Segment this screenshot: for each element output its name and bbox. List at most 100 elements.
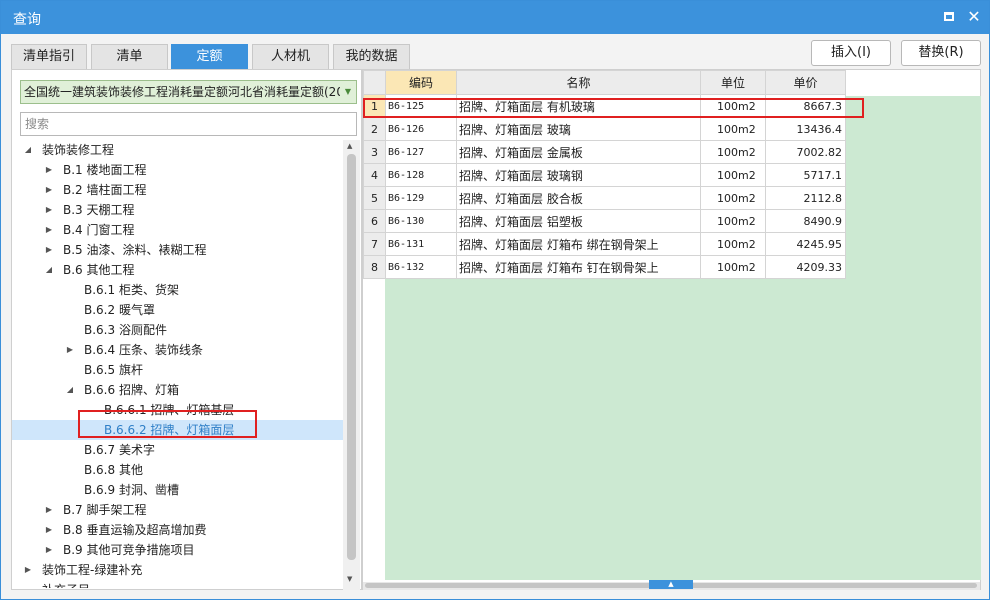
cell-unit[interactable]: 100m2	[700, 209, 766, 233]
expand-right-icon[interactable]: ▶	[43, 500, 55, 520]
expand-right-icon[interactable]: ▶	[43, 540, 55, 560]
tree-node[interactable]: ▶ B.8 垂直运输及超高增加费	[12, 520, 343, 540]
table-row[interactable]: 2 B6-126 招牌、灯箱面层 玻璃 100m2 13436.4	[363, 117, 846, 141]
tree-node[interactable]: ▶ B.2 墙柱面工程	[12, 180, 343, 200]
cell-name[interactable]: 招牌、灯箱面层 玻璃钢	[456, 163, 701, 187]
cell-unit[interactable]: 100m2	[700, 140, 766, 164]
expand-down-icon[interactable]: ◢	[43, 260, 55, 280]
tree-node-label: B.6 其他工程	[63, 263, 135, 277]
cell-price[interactable]: 4209.33	[765, 255, 846, 279]
tree-node[interactable]: B.6.2 暖气罩	[12, 300, 343, 320]
cell-code[interactable]: B6-132	[385, 255, 457, 279]
cell-code[interactable]: B6-125	[385, 94, 457, 118]
tree-node-selected[interactable]: B.6.6.2 招牌、灯箱面层	[12, 420, 343, 440]
tree-node[interactable]: ▶ B.1 楼地面工程	[12, 160, 343, 180]
tab-bill-guide[interactable]: 清单指引	[11, 44, 87, 69]
cell-code[interactable]: B6-130	[385, 209, 457, 233]
tree-node[interactable]: B.6.1 柜类、货架	[12, 280, 343, 300]
horizontal-scrollbar[interactable]: ▲	[363, 580, 980, 590]
cell-price[interactable]: 5717.1	[765, 163, 846, 187]
cell-name[interactable]: 招牌、灯箱面层 有机玻璃	[456, 94, 701, 118]
table-row[interactable]: 1 B6-125 招牌、灯箱面层 有机玻璃 100m2 8667.3	[363, 94, 846, 118]
expand-down-icon[interactable]: ◢	[64, 380, 76, 400]
tree-node[interactable]: 补充子目	[12, 580, 343, 588]
cell-code[interactable]: B6-129	[385, 186, 457, 210]
search-input[interactable]: 搜索	[20, 112, 357, 136]
table-row[interactable]: 7 B6-131 招牌、灯箱面层 灯箱布 绑在钢骨架上 100m2 4245.9…	[363, 232, 846, 256]
tree-node[interactable]: ▶ B.9 其他可竞争措施项目	[12, 540, 343, 560]
cell-code[interactable]: B6-126	[385, 117, 457, 141]
cell-code[interactable]: B6-127	[385, 140, 457, 164]
cell-name[interactable]: 招牌、灯箱面层 金属板	[456, 140, 701, 164]
table-row[interactable]: 3 B6-127 招牌、灯箱面层 金属板 100m2 7002.82	[363, 140, 846, 164]
tree-node[interactable]: B.6.9 封洞、凿槽	[12, 480, 343, 500]
cell-unit[interactable]: 100m2	[700, 232, 766, 256]
tree-node[interactable]: ▶ B.5 油漆、涂料、裱糊工程	[12, 240, 343, 260]
cell-unit[interactable]: 100m2	[700, 186, 766, 210]
tree-node[interactable]: B.6.3 浴厕配件	[12, 320, 343, 340]
collapse-up-icon[interactable]: ▲	[649, 580, 693, 589]
cell-name[interactable]: 招牌、灯箱面层 铝塑板	[456, 209, 701, 233]
tree-node[interactable]: ◢ B.6.6 招牌、灯箱	[12, 380, 343, 400]
cell-price[interactable]: 8667.3	[765, 94, 846, 118]
tree-node[interactable]: ▶ B.6.4 压条、装饰线条	[12, 340, 343, 360]
expand-down-icon[interactable]: ◢	[22, 140, 34, 160]
expand-right-icon[interactable]: ▶	[22, 560, 34, 580]
scrollbar-thumb[interactable]	[347, 154, 356, 560]
cell-name[interactable]: 招牌、灯箱面层 灯箱布 绑在钢骨架上	[456, 232, 701, 256]
tree-node[interactable]: ◢ 装饰装修工程	[12, 140, 343, 160]
results-pane: 编码 名称 单位 单价 1 B6-125 招牌、灯箱面层 有机玻璃 100m2 …	[362, 69, 981, 590]
chevron-down-icon[interactable]: ▼	[340, 81, 356, 103]
expand-right-icon[interactable]: ▶	[43, 200, 55, 220]
cell-price[interactable]: 13436.4	[765, 117, 846, 141]
quota-library-select[interactable]: 全国统一建筑装饰装修工程消耗量定额河北省消耗量定额(2012) ▼	[20, 80, 357, 104]
column-header-unit[interactable]: 单位	[700, 70, 766, 95]
cell-price[interactable]: 8490.9	[765, 209, 846, 233]
table-row[interactable]: 5 B6-129 招牌、灯箱面层 胶合板 100m2 2112.8	[363, 186, 846, 210]
scroll-down-icon[interactable]: ▼	[347, 575, 352, 583]
scroll-up-icon[interactable]: ▲	[347, 142, 352, 150]
expand-right-icon[interactable]: ▶	[43, 160, 55, 180]
table-row[interactable]: 8 B6-132 招牌、灯箱面层 灯箱布 钉在钢骨架上 100m2 4209.3…	[363, 255, 846, 279]
tab-my-data[interactable]: 我的数据	[333, 44, 410, 69]
cell-unit[interactable]: 100m2	[700, 255, 766, 279]
close-icon[interactable]: ✕	[967, 9, 981, 25]
cell-name[interactable]: 招牌、灯箱面层 胶合板	[456, 186, 701, 210]
cell-unit[interactable]: 100m2	[700, 94, 766, 118]
cell-unit[interactable]: 100m2	[700, 117, 766, 141]
cell-code[interactable]: B6-131	[385, 232, 457, 256]
tree-node[interactable]: B.6.8 其他	[12, 460, 343, 480]
expand-right-icon[interactable]: ▶	[64, 340, 76, 360]
expand-right-icon[interactable]: ▶	[43, 240, 55, 260]
cell-unit[interactable]: 100m2	[700, 163, 766, 187]
cell-name[interactable]: 招牌、灯箱面层 灯箱布 钉在钢骨架上	[456, 255, 701, 279]
tree-node[interactable]: ▶ B.3 天棚工程	[12, 200, 343, 220]
tree-node[interactable]: ▶ B.4 门窗工程	[12, 220, 343, 240]
cell-price[interactable]: 7002.82	[765, 140, 846, 164]
tree-node[interactable]: B.6.5 旗杆	[12, 360, 343, 380]
replace-button[interactable]: 替换(R)	[901, 40, 981, 66]
column-header-code[interactable]: 编码	[385, 70, 457, 95]
tree-scrollbar[interactable]: ▲ ▼	[343, 140, 360, 590]
tree-node[interactable]: ▶ B.7 脚手架工程	[12, 500, 343, 520]
tree-node[interactable]: B.6.6.1 招牌、灯箱基层	[12, 400, 343, 420]
tree-node[interactable]: ◢ B.6 其他工程	[12, 260, 343, 280]
cell-price[interactable]: 2112.8	[765, 186, 846, 210]
tab-labor-material[interactable]: 人材机	[252, 44, 329, 69]
expand-right-icon[interactable]: ▶	[43, 220, 55, 240]
tree-node[interactable]: ▶ 装饰工程-绿建补充	[12, 560, 343, 580]
insert-button[interactable]: 插入(I)	[811, 40, 891, 66]
tab-quota[interactable]: 定额	[171, 44, 248, 69]
expand-right-icon[interactable]: ▶	[43, 180, 55, 200]
cell-code[interactable]: B6-128	[385, 163, 457, 187]
table-row[interactable]: 6 B6-130 招牌、灯箱面层 铝塑板 100m2 8490.9	[363, 209, 846, 233]
expand-right-icon[interactable]: ▶	[43, 520, 55, 540]
column-header-price[interactable]: 单价	[765, 70, 846, 95]
tab-bill[interactable]: 清单	[91, 44, 168, 69]
table-row[interactable]: 4 B6-128 招牌、灯箱面层 玻璃钢 100m2 5717.1	[363, 163, 846, 187]
tree-node[interactable]: B.6.7 美术字	[12, 440, 343, 460]
cell-name[interactable]: 招牌、灯箱面层 玻璃	[456, 117, 701, 141]
column-header-name[interactable]: 名称	[456, 70, 701, 95]
cell-price[interactable]: 4245.95	[765, 232, 846, 256]
maximize-icon[interactable]	[942, 10, 956, 24]
